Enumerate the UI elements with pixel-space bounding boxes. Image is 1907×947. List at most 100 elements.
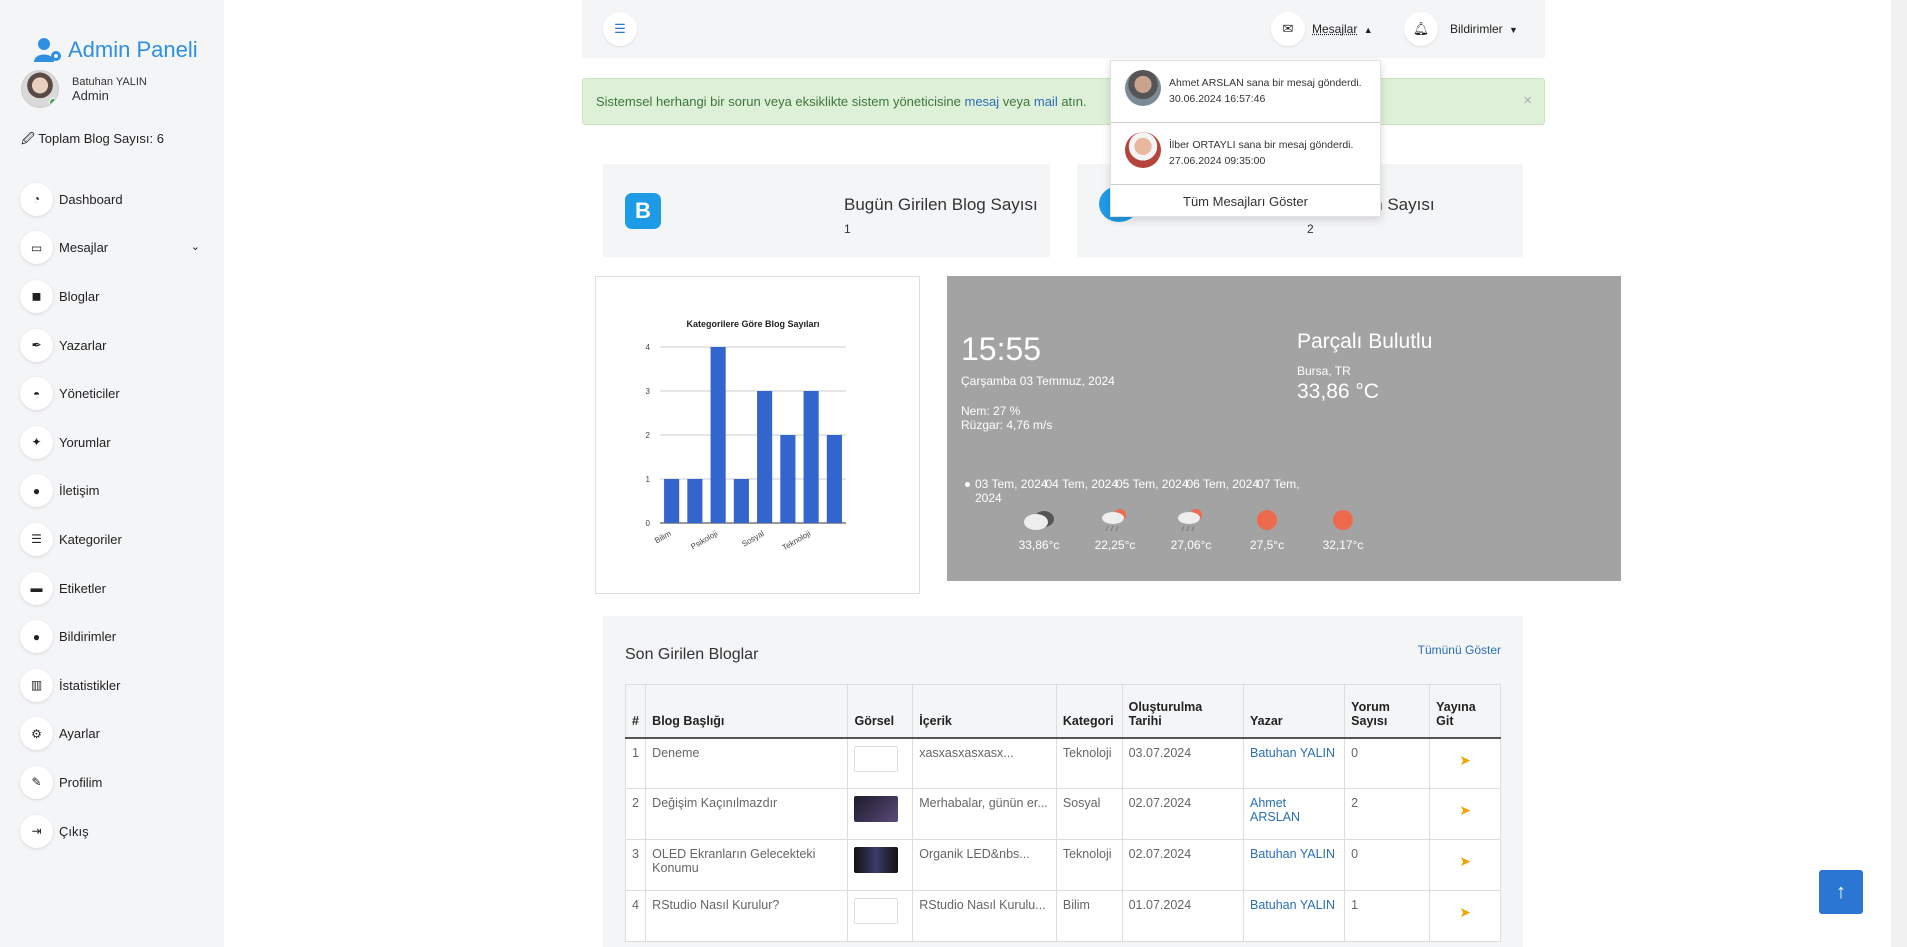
alert-mail-link[interactable]: mail — [1034, 94, 1058, 109]
column-header[interactable]: Yorum Sayısı — [1344, 684, 1431, 739]
blog-category: Bilim — [1055, 890, 1123, 942]
user-gear-icon — [34, 38, 61, 62]
column-header[interactable]: Blog Başlığı — [645, 684, 849, 739]
sidebar-item-6[interactable]: ● İletişim — [20, 467, 200, 516]
column-header[interactable]: Yazar — [1242, 684, 1346, 739]
y-tick-label: 0 — [646, 519, 651, 528]
column-header[interactable]: # — [624, 684, 647, 739]
sidebar-item-label: Bildirimler — [59, 629, 117, 645]
y-tick-label: 1 — [646, 475, 651, 484]
column-header[interactable]: Oluşturulma Tarihi — [1121, 684, 1245, 739]
close-icon[interactable]: × — [1523, 92, 1532, 109]
blog-comment-count: 0 — [1344, 839, 1431, 891]
forecast-temp: 27,5°c — [1249, 538, 1285, 552]
sidebar-item-0[interactable]: ◔ Dashboard — [20, 175, 200, 224]
weather-time: 15:55 — [961, 331, 1042, 367]
table-header-row: # Blog Başlığı Görsel İçerik Kategori Oluştur… — [624, 684, 1501, 739]
blog-thumbnail — [854, 847, 899, 873]
weather-wind: Rüzgar: 4,76 m/s — [961, 418, 1053, 432]
top-navbar: ☰ ✉ Mesajlar ▲ 🔔︎ Bildirimler ▼ — [582, 0, 1545, 58]
sidebar-item-8[interactable]: ▬ Etiketler — [20, 564, 200, 613]
sidebar-item-10[interactable]: ▥ İstatistikler — [20, 661, 200, 710]
blog-author-link[interactable]: Batuhan YALIN — [1242, 839, 1346, 891]
blog-title: Deneme — [645, 737, 849, 789]
forecast-date: 04 Tem, 2024 — [1045, 477, 1119, 491]
column-header[interactable]: Kategori — [1055, 684, 1123, 739]
column-header[interactable]: Yayına Git — [1429, 684, 1501, 739]
bar — [664, 479, 680, 523]
show-all-messages-link[interactable]: Tüm Mesajları Göster — [1111, 185, 1380, 216]
weather-widget: 15:55 Çarşamba 03 Temmuz, 2024 Nem: 27 %… — [947, 276, 1621, 581]
alert-text-end: atın. — [1057, 94, 1087, 109]
sidebar-item-4[interactable]: ◓ Yöneticiler — [20, 369, 200, 418]
sidebar-item-12[interactable]: ✎ Profilim — [20, 758, 200, 807]
weather-location: Bursa, TR — [1297, 364, 1351, 378]
chevron-down-icon: ⌄ — [190, 240, 200, 253]
laptop-icon: ▭ — [20, 231, 53, 265]
column-header[interactable]: İçerik — [912, 684, 1057, 739]
sidebar-item-11[interactable]: ⚙ Ayarlar — [20, 710, 200, 759]
today-comments-value: 2 — [1307, 222, 1314, 236]
sidebar-item-1[interactable]: ▭ Mesajlar ⌄ — [20, 224, 200, 273]
recent-blogs-panel: Son Girilen Bloglar Tümünü Göster # Blog … — [603, 616, 1523, 947]
y-tick-label: 4 — [646, 343, 651, 352]
sun-icon — [1313, 504, 1373, 536]
sidebar-item-2[interactable]: ◼ Bloglar — [20, 272, 200, 321]
sidebar-item-label: Dashboard — [59, 191, 123, 207]
sidebar-item-label: Ayarlar — [59, 726, 100, 742]
scroll-to-top-button[interactable]: ↑ — [1819, 870, 1863, 914]
forecast-temp: 32,17°c — [1322, 538, 1364, 552]
x-tick-label: Sosyal — [740, 529, 765, 549]
blog-content: Organik LED&nbs... — [912, 839, 1057, 891]
alert-message-link[interactable]: mesaj — [965, 94, 1000, 109]
menu-toggle-button[interactable]: ☰ — [603, 12, 637, 46]
table-row: 3 OLED Ekranların Gelecekteki Konumu Org… — [624, 839, 1501, 891]
notifications-dropdown-toggle[interactable]: Bildirimler ▼ — [1450, 22, 1518, 36]
stats-icon: ▥ — [20, 668, 53, 702]
messages-button[interactable]: ✉ — [1271, 12, 1305, 46]
brand[interactable]: Admin Paneli — [34, 37, 198, 63]
weather-condition: Parçalı Bulutlu — [1297, 330, 1433, 353]
sidebar-item-5[interactable]: ✦ Yorumlar — [20, 418, 200, 467]
messages-dropdown-toggle[interactable]: Mesajlar ▲ — [1312, 22, 1373, 36]
table-row: 1 Deneme xasxasxasxasx... Teknoloji 03.0… — [624, 737, 1501, 789]
paper-plane-icon[interactable]: ➤ — [1436, 752, 1494, 769]
bar — [826, 435, 842, 523]
paper-plane-icon[interactable]: ➤ — [1436, 802, 1494, 819]
notifications-button[interactable]: 🔔︎ — [1404, 12, 1438, 46]
blog-title: Değişim Kaçınılmazdır — [645, 788, 849, 840]
paper-plane-icon[interactable]: ➤ — [1436, 904, 1494, 921]
sender-avatar — [1125, 70, 1161, 106]
blog-author-link[interactable]: Batuhan YALIN — [1242, 890, 1346, 942]
sidebar-item-7[interactable]: ☰ Kategoriler — [20, 515, 200, 564]
blog-thumbnail-cell — [847, 737, 914, 789]
blog-author-link[interactable]: Batuhan YALIN — [1242, 737, 1346, 789]
sidebar-item-3[interactable]: ✒ Yazarlar — [20, 321, 200, 370]
bar — [803, 391, 819, 523]
sidebar-item-label: İletişim — [59, 483, 100, 499]
forecast-date: 03 Tem, 2024 — [975, 477, 1048, 491]
message-item[interactable]: Ahmet ARSLAN sana bir mesaj gönderdi. 30… — [1111, 61, 1380, 123]
scrollbar[interactable] — [1891, 0, 1907, 947]
alert-text: Sistemsel herhangi bir sorun veya eksikl… — [596, 94, 965, 109]
sidebar-item-label: Yorumlar — [59, 434, 111, 450]
sidebar-item-13[interactable]: ⇥ Çıkış — [20, 807, 200, 856]
blog-category: Sosyal — [1055, 788, 1123, 840]
show-all-blogs-link[interactable]: Tümünü Göster — [1418, 643, 1501, 657]
weather-date: Çarşamba 03 Temmuz, 2024 — [961, 374, 1115, 388]
sidebar-item-label: Etiketler — [59, 580, 106, 596]
blog-content: RStudio Nasıl Kurulu... — [912, 890, 1057, 942]
paper-plane-icon[interactable]: ➤ — [1436, 853, 1494, 870]
messages-label: Mesajlar — [1312, 22, 1358, 36]
sidebar-item-9[interactable]: ● Bildirimler — [20, 612, 200, 661]
sender-avatar — [1125, 132, 1161, 168]
user-name: Batuhan YALIN — [72, 75, 147, 88]
publish-cell: ➤ — [1429, 890, 1501, 942]
user-edit-icon: ✎ — [20, 765, 53, 799]
column-header[interactable]: Görsel — [847, 684, 914, 739]
blog-content: Merhabalar, günün er... — [912, 788, 1057, 840]
blog-author-link[interactable]: Ahmet ARSLAN — [1242, 788, 1346, 840]
sidebar-item-label: Yazarlar — [59, 337, 107, 353]
blog-comment-count: 0 — [1344, 737, 1431, 789]
message-item[interactable]: İlber ORTAYLI sana bir mesaj gönderdi. 2… — [1111, 123, 1380, 185]
